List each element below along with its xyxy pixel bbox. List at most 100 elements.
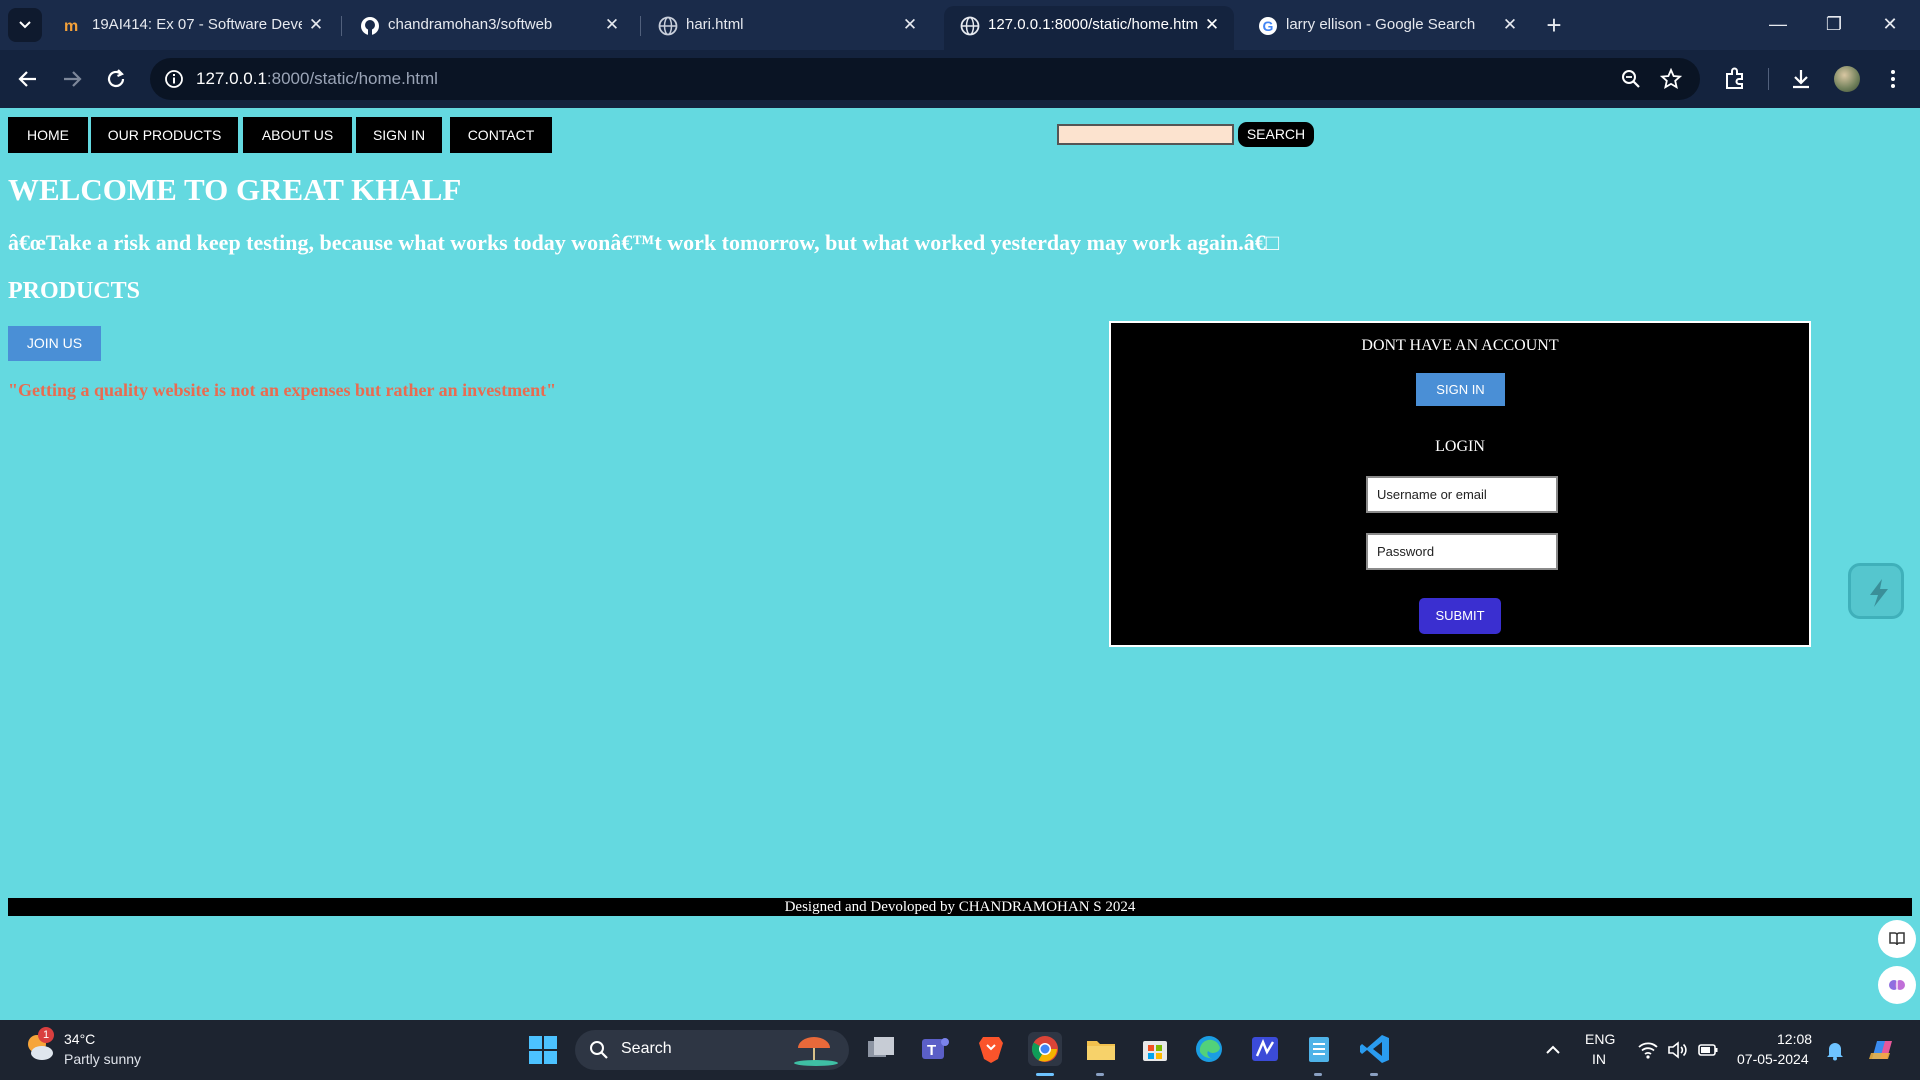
zoom-icon[interactable]	[1620, 68, 1642, 90]
login-heading: LOGIN	[1435, 438, 1485, 455]
writing-app-icon[interactable]	[1248, 1032, 1282, 1066]
reading-mode-button[interactable]	[1878, 920, 1916, 958]
github-icon	[360, 16, 379, 35]
globe-icon	[658, 16, 678, 36]
taskbar-search-label: Search	[621, 1040, 672, 1057]
tab-home-active[interactable]: 127.0.0.1:8000/static/home.htm ✕	[944, 6, 1234, 50]
wifi-icon[interactable]	[1637, 1039, 1659, 1061]
nav-about-us[interactable]: ABOUT US	[243, 117, 352, 153]
site-info-icon[interactable]	[164, 69, 184, 89]
copilot-icon[interactable]	[1866, 1035, 1896, 1065]
clock-date[interactable]: 07-05-2024	[1737, 1051, 1809, 1067]
google-icon: G	[1258, 16, 1277, 35]
svg-text:G: G	[1263, 18, 1274, 34]
language-indicator-bottom[interactable]: IN	[1592, 1051, 1606, 1067]
username-field[interactable]: Username or email	[1366, 476, 1558, 513]
forward-arrow-icon	[64, 71, 82, 87]
browser-toolbar: 127.0.0.1:8000/static/home.html	[0, 50, 1920, 108]
back-arrow-icon	[18, 71, 36, 87]
brain-icon	[1889, 980, 1905, 990]
minimize-button[interactable]: —	[1750, 0, 1806, 50]
clock-time[interactable]: 12:08	[1777, 1031, 1812, 1047]
microsoft-store-icon[interactable]	[1138, 1032, 1172, 1066]
chrome-icon[interactable]	[1028, 1032, 1062, 1066]
taskbar-search[interactable]: Search	[575, 1030, 849, 1070]
lightning-icon	[1870, 579, 1888, 607]
toolbar-separator	[1768, 68, 1769, 90]
book-icon	[1889, 932, 1905, 946]
tab-search-button[interactable]	[8, 8, 42, 42]
file-explorer-icon[interactable]	[1084, 1032, 1118, 1066]
chrome-running-indicator	[1036, 1073, 1054, 1076]
nav-contact[interactable]: CONTACT	[450, 117, 552, 153]
tab-github[interactable]: chandramohan3/softweb ✕	[344, 6, 634, 44]
nav-sign-in[interactable]: SIGN IN	[356, 117, 442, 153]
url-text[interactable]: 127.0.0.1:8000/static/home.html	[196, 69, 438, 89]
vscode-running-indicator	[1370, 1073, 1378, 1076]
notepad-icon[interactable]	[1302, 1032, 1336, 1066]
close-icon[interactable]: ✕	[306, 15, 326, 35]
tab-title: hari.html	[686, 16, 744, 33]
nav-home[interactable]: HOME	[8, 117, 88, 153]
close-icon[interactable]: ✕	[602, 15, 622, 35]
close-window-button[interactable]: ✕	[1862, 0, 1918, 50]
bookmark-star-icon[interactable]	[1659, 67, 1683, 90]
tab-title: larry ellison - Google Search	[1286, 16, 1476, 33]
submit-button[interactable]: SUBMIT	[1419, 598, 1501, 634]
forward-button[interactable]	[56, 63, 88, 95]
edge-icon[interactable]	[1192, 1032, 1226, 1066]
products-heading: PRODUCTS	[8, 278, 141, 304]
chevron-down-icon	[19, 21, 31, 29]
volume-icon[interactable]	[1666, 1039, 1688, 1061]
search-input[interactable]	[1057, 124, 1234, 145]
tab-google[interactable]: G larry ellison - Google Search ✕	[1242, 6, 1532, 44]
battery-icon[interactable]	[1697, 1039, 1719, 1061]
windows-start-icon[interactable]	[528, 1035, 558, 1065]
weather-description: Partly sunny	[64, 1051, 142, 1067]
tab-hari[interactable]: hari.html ✕	[642, 6, 932, 44]
language-indicator-top[interactable]: ENG	[1585, 1031, 1615, 1047]
svg-text:T: T	[927, 1042, 936, 1059]
close-icon[interactable]: ✕	[900, 15, 920, 35]
brave-browser-icon[interactable]	[974, 1032, 1008, 1066]
task-view-icon[interactable]	[864, 1032, 898, 1066]
nav-our-products[interactable]: OUR PRODUCTS	[91, 117, 238, 153]
browser-tab-strip: m 19AI414: Ex 07 - Software Devel ✕ chan…	[0, 0, 1920, 50]
close-icon[interactable]: ✕	[1202, 15, 1222, 35]
password-field[interactable]: Password	[1366, 533, 1558, 570]
profile-avatar[interactable]	[1834, 66, 1860, 92]
download-icon[interactable]	[1788, 66, 1814, 92]
more-menu-icon[interactable]	[1880, 66, 1906, 92]
quote-heading: â€œTake a risk and keep testing, because…	[8, 230, 1279, 255]
extensions-icon[interactable]	[1722, 66, 1748, 92]
join-us-button[interactable]: JOIN US	[8, 326, 101, 361]
globe-icon	[960, 16, 980, 36]
tab-title: chandramohan3/softweb	[388, 16, 553, 33]
search-button[interactable]: SEARCH	[1238, 122, 1314, 147]
panel-sign-in-button[interactable]: SIGN IN	[1416, 373, 1505, 406]
notepad-running-indicator	[1314, 1073, 1322, 1076]
search-icon	[589, 1040, 609, 1065]
svg-text:m: m	[64, 18, 78, 34]
tab-moodle[interactable]: m 19AI414: Ex 07 - Software Devel ✕	[48, 6, 338, 44]
tagline-text: "Getting a quality website is not an exp…	[8, 380, 557, 400]
chevron-up-icon[interactable]	[1542, 1039, 1564, 1061]
address-bar[interactable]: 127.0.0.1:8000/static/home.html	[150, 58, 1700, 100]
web-page: HOME OUR PRODUCTS ABOUT US SIGN IN CONTA…	[0, 108, 1920, 1020]
close-icon[interactable]: ✕	[1500, 15, 1520, 35]
restore-button[interactable]: ❐	[1806, 0, 1862, 50]
ai-assistant-button[interactable]	[1878, 966, 1916, 1004]
vscode-icon[interactable]	[1358, 1032, 1392, 1066]
tab-title: 127.0.0.1:8000/static/home.htm	[988, 16, 1198, 33]
notification-bell-icon[interactable]	[1824, 1039, 1846, 1061]
back-button[interactable]	[12, 63, 44, 95]
floating-assistant-button[interactable]	[1848, 563, 1904, 619]
tab-separator	[640, 16, 641, 36]
teams-icon[interactable]: T	[918, 1032, 952, 1066]
reload-button[interactable]	[100, 63, 132, 95]
no-account-heading: DONT HAVE AN ACCOUNT	[1361, 337, 1559, 354]
beach-umbrella-icon	[790, 1034, 842, 1066]
tab-separator	[341, 16, 342, 36]
explorer-running-indicator	[1096, 1073, 1104, 1076]
new-tab-button[interactable]: +	[1538, 10, 1570, 42]
